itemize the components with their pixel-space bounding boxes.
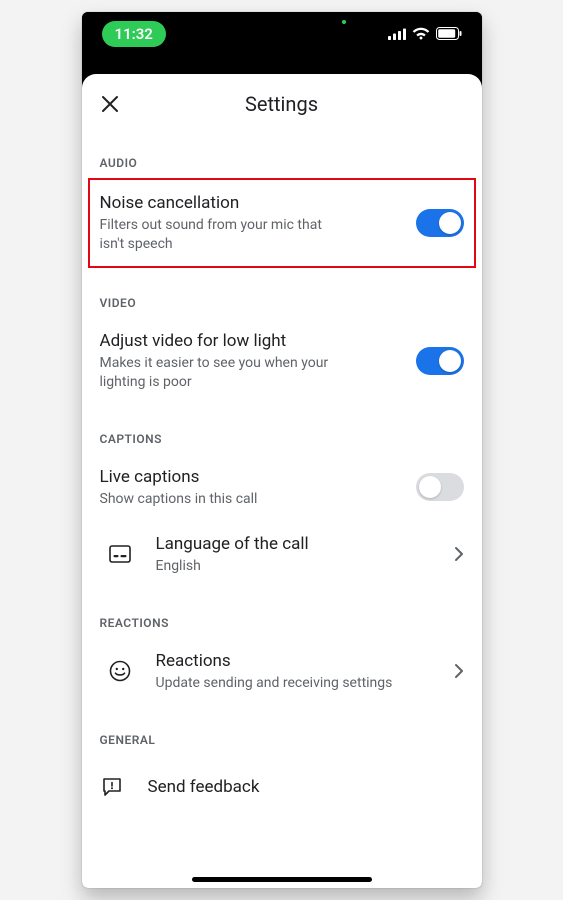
noise-cancellation-sub: Filters out sound from your mic that isn…	[100, 216, 340, 254]
close-icon	[101, 95, 119, 113]
device-frame: 11:32 Settings AUDIO	[82, 12, 482, 888]
row-language[interactable]: Language of the call English	[82, 521, 482, 588]
chevron-right-icon	[454, 546, 464, 562]
send-feedback-title: Send feedback	[148, 776, 464, 798]
time-pill[interactable]: 11:32	[102, 21, 166, 47]
titlebar: Settings	[82, 74, 482, 128]
row-send-feedback[interactable]: Send feedback	[82, 755, 482, 819]
row-low-light[interactable]: Adjust video for low light Makes it easi…	[82, 318, 482, 404]
live-captions-sub: Show captions in this call	[100, 490, 340, 509]
home-indicator[interactable]	[192, 877, 372, 882]
row-reactions[interactable]: Reactions Update sending and receiving s…	[82, 638, 482, 705]
cc-icon	[109, 545, 131, 563]
statusbar: 11:32	[82, 12, 482, 56]
noise-cancellation-title: Noise cancellation	[100, 192, 400, 214]
live-captions-title: Live captions	[100, 466, 400, 488]
low-light-title: Adjust video for low light	[100, 330, 400, 352]
cellular-icon	[388, 25, 406, 44]
content-scroll[interactable]: AUDIO Noise cancellation Filters out sou…	[82, 128, 482, 888]
smiley-icon	[109, 660, 131, 682]
language-sub: English	[156, 557, 396, 576]
chevron-right-icon	[454, 663, 464, 679]
section-header-video: VIDEO	[82, 268, 482, 318]
reactions-title: Reactions	[156, 650, 438, 672]
close-button[interactable]	[98, 92, 122, 116]
section-header-audio: AUDIO	[82, 128, 482, 178]
feedback-icon	[101, 776, 123, 798]
battery-icon	[436, 25, 462, 44]
recording-dot-icon	[342, 20, 346, 24]
settings-sheet: Settings AUDIO Noise cancellation Filter…	[82, 74, 482, 888]
language-title: Language of the call	[156, 533, 438, 555]
row-live-captions[interactable]: Live captions Show captions in this call	[82, 454, 482, 521]
low-light-toggle[interactable]	[416, 347, 464, 375]
section-header-general: GENERAL	[82, 705, 482, 755]
low-light-sub: Makes it easier to see you when your lig…	[100, 354, 340, 392]
status-icons	[388, 25, 462, 44]
noise-cancellation-toggle[interactable]	[416, 209, 464, 237]
section-header-reactions: REACTIONS	[82, 588, 482, 638]
section-header-captions: CAPTIONS	[82, 404, 482, 454]
page-title: Settings	[245, 92, 318, 116]
reactions-sub: Update sending and receiving settings	[156, 674, 396, 693]
row-noise-cancellation[interactable]: Noise cancellation Filters out sound fro…	[88, 178, 476, 268]
wifi-icon	[412, 25, 430, 44]
live-captions-toggle[interactable]	[416, 473, 464, 501]
